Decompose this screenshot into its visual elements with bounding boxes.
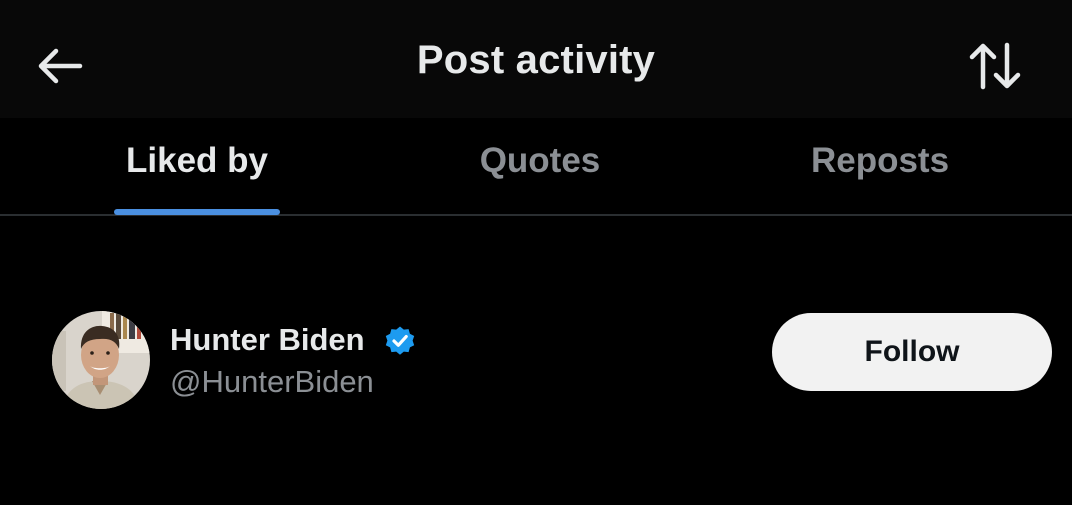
tab-label: Liked by xyxy=(126,141,268,180)
follow-button[interactable]: Follow xyxy=(772,313,1052,391)
tab-label: Quotes xyxy=(479,141,601,180)
user-handle: @HunterBiden xyxy=(170,364,374,399)
display-name[interactable]: Hunter Biden xyxy=(170,322,365,358)
avatar[interactable] xyxy=(52,311,150,409)
active-tab-indicator xyxy=(114,209,280,215)
tab-label: Reposts xyxy=(810,141,950,180)
tab-liked-by[interactable]: Liked by xyxy=(112,138,282,218)
tab-bar: Liked by Quotes Reposts xyxy=(0,118,1072,218)
list-item[interactable]: Hunter Biden @HunterBiden Follow xyxy=(0,290,1072,420)
tab-quotes[interactable]: Quotes xyxy=(450,138,630,218)
avatar-image xyxy=(52,311,150,409)
sort-arrows-icon xyxy=(969,42,1021,90)
page-title: Post activity xyxy=(416,38,656,82)
tab-reposts[interactable]: Reposts xyxy=(790,138,970,218)
verified-badge-icon xyxy=(385,326,415,355)
top-bar: Post activity xyxy=(0,0,1072,118)
sort-button[interactable] xyxy=(960,36,1030,96)
